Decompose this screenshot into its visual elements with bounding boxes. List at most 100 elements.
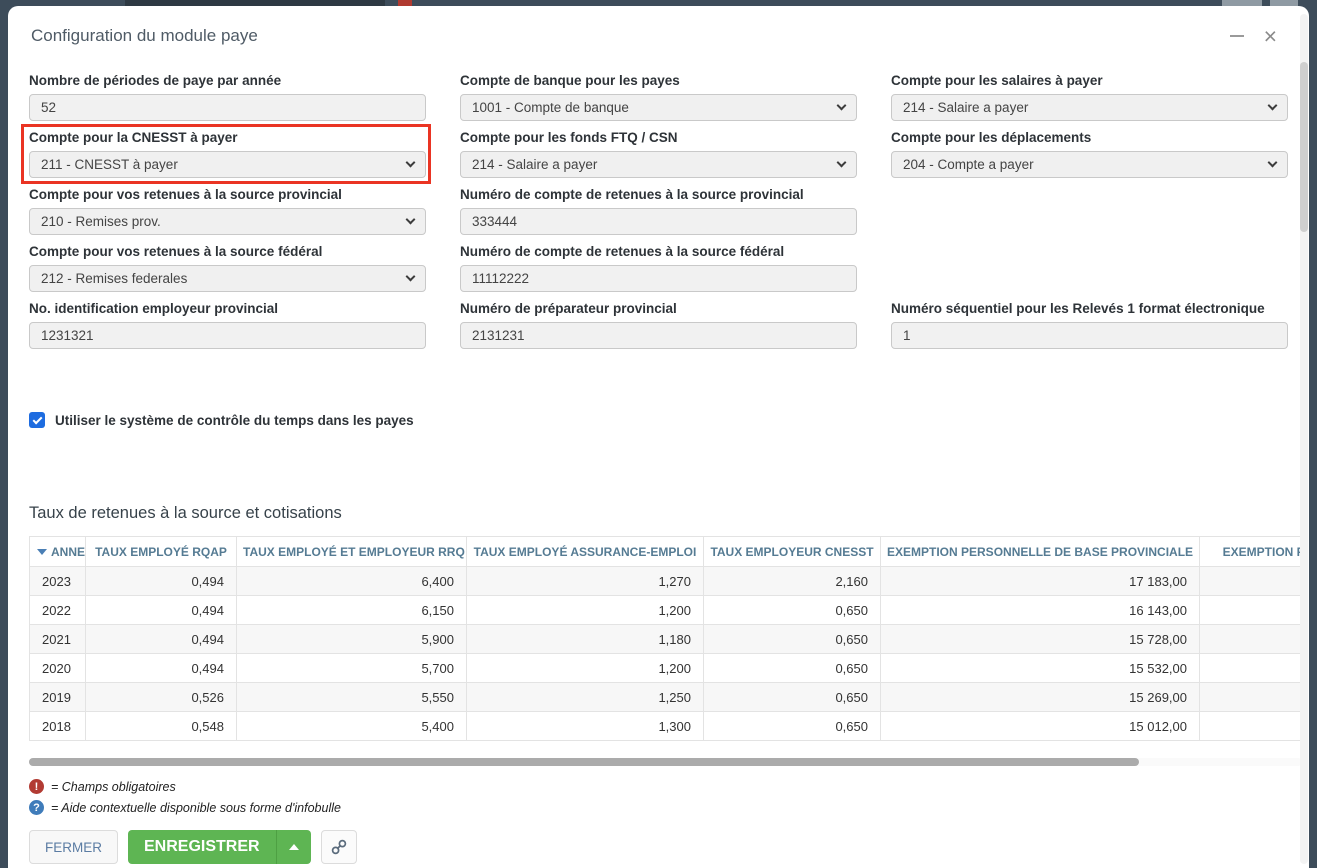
cell-cnesst: 0,650 (704, 625, 881, 654)
column-header-assurance-emploi[interactable]: TAUX EMPLOYÉ ASSURANCE-EMPLOI (467, 537, 704, 567)
ftq-csn-account-value: 214 - Salaire a payer (472, 157, 597, 172)
permalink-button[interactable] (321, 830, 357, 864)
bank-account-select[interactable]: 1001 - Compte de banque (460, 94, 857, 121)
table-horizontal-scrollbar[interactable] (29, 758, 1302, 766)
modal-vertical-scrollbar[interactable] (1300, 14, 1308, 864)
employer-id-prov-input[interactable] (29, 322, 426, 349)
save-options-button[interactable] (276, 830, 311, 864)
cell-rrq: 5,550 (237, 683, 467, 712)
salaries-account-value: 214 - Salaire a payer (903, 100, 1028, 115)
cell-ae: 1,250 (467, 683, 704, 712)
cell-year: 2021 (30, 625, 86, 654)
field-fed-source-account: Compte pour vos retenues à la source féd… (29, 244, 426, 292)
table-row: 2018 0,548 5,400 1,300 0,650 15 012,00 (30, 712, 1303, 741)
cell-cnesst: 2,160 (704, 567, 881, 596)
cell-exemption-fed (1200, 567, 1303, 596)
column-header-annee[interactable]: ANNEE (30, 537, 86, 567)
periods-input[interactable] (29, 94, 426, 121)
cell-ae: 1,180 (467, 625, 704, 654)
cell-rqap: 0,494 (86, 654, 237, 683)
cell-cnesst: 0,650 (704, 596, 881, 625)
modal-header: Configuration du module paye × (22, 6, 1295, 46)
rates-table-container: ANNEE TAUX EMPLOYÉ RQAP TAUX EMPLOYÉ ET … (29, 536, 1302, 741)
cell-exemption-fed (1200, 596, 1303, 625)
rates-table-title: Taux de retenues à la source et cotisati… (22, 504, 1295, 523)
ftq-csn-account-select[interactable]: 214 - Salaire a payer (460, 151, 857, 178)
deplacements-account-value: 204 - Compte a payer (903, 157, 1034, 172)
footer-legend: ! = Champs obligatoires ? = Aide context… (22, 779, 1295, 815)
column-header-rrq[interactable]: TAUX EMPLOYÉ ET EMPLOYEUR RRQ (237, 537, 467, 567)
field-deplacements-account: Compte pour les déplacements 204 - Compt… (891, 130, 1288, 178)
chevron-down-icon (837, 158, 847, 168)
time-control-row: Utiliser le système de contrôle du temps… (22, 412, 1295, 428)
window-controls: × (1230, 27, 1287, 45)
chevron-down-icon (406, 272, 416, 282)
check-icon (32, 414, 42, 424)
releve1-seq-input[interactable] (891, 322, 1288, 349)
cell-cnesst: 0,650 (704, 683, 881, 712)
minimize-icon[interactable] (1230, 35, 1244, 37)
field-fed-source-number-label: Numéro de compte de retenues à la source… (460, 244, 857, 259)
column-header-exemption-fed[interactable]: EXEMPTION PER (1200, 537, 1303, 567)
cell-ae: 1,300 (467, 712, 704, 741)
cell-rrq: 6,150 (237, 596, 467, 625)
cell-rqap: 0,548 (86, 712, 237, 741)
modal-title: Configuration du module paye (31, 26, 1230, 46)
table-row: 2021 0,494 5,900 1,180 0,650 15 728,00 (30, 625, 1303, 654)
cell-exemption-prov: 15 532,00 (881, 654, 1200, 683)
sort-desc-icon (37, 549, 47, 555)
cell-ae: 1,200 (467, 596, 704, 625)
prov-source-number-input[interactable] (460, 208, 857, 235)
field-cnesst-account: Compte pour la CNESST à payer 211 - CNES… (29, 130, 426, 178)
close-icon[interactable]: × (1264, 27, 1277, 45)
cell-year: 2018 (30, 712, 86, 741)
cell-year: 2022 (30, 596, 86, 625)
cell-rrq: 6,400 (237, 567, 467, 596)
field-releve1-seq: Numéro séquentiel pour les Relevés 1 for… (891, 301, 1288, 349)
field-employer-id-prov: No. identification employeur provincial (29, 301, 426, 349)
cell-ae: 1,270 (467, 567, 704, 596)
scrollbar-thumb[interactable] (29, 758, 1139, 766)
required-icon: ! (29, 779, 44, 794)
cell-exemption-fed (1200, 683, 1303, 712)
payroll-config-modal: Configuration du module paye × Nombre de… (8, 6, 1309, 868)
cell-year: 2023 (30, 567, 86, 596)
time-control-label: Utiliser le système de contrôle du temps… (55, 413, 414, 428)
save-button[interactable]: ENREGISTRER (128, 830, 276, 864)
save-split-button: ENREGISTRER (128, 830, 311, 864)
column-header-exemption-prov[interactable]: EXEMPTION PERSONNELLE DE BASE PROVINCIAL… (881, 537, 1200, 567)
cnesst-account-select[interactable]: 211 - CNESST à payer (29, 151, 426, 178)
scrollbar-thumb[interactable] (1300, 62, 1308, 232)
fed-source-account-select[interactable]: 212 - Remises federales (29, 265, 426, 292)
column-header-rqap[interactable]: TAUX EMPLOYÉ RQAP (86, 537, 237, 567)
prov-source-account-value: 210 - Remises prov. (41, 214, 161, 229)
cnesst-account-value: 211 - CNESST à payer (41, 157, 178, 172)
close-button[interactable]: FERMER (29, 830, 118, 864)
deplacements-account-select[interactable]: 204 - Compte a payer (891, 151, 1288, 178)
cell-rqap: 0,526 (86, 683, 237, 712)
table-row: 2020 0,494 5,700 1,200 0,650 15 532,00 (30, 654, 1303, 683)
prov-source-account-select[interactable]: 210 - Remises prov. (29, 208, 426, 235)
salaries-account-select[interactable]: 214 - Salaire a payer (891, 94, 1288, 121)
cell-exemption-prov: 15 269,00 (881, 683, 1200, 712)
field-ftq-csn-account: Compte pour les fonds FTQ / CSN 214 - Sa… (460, 130, 857, 178)
caret-up-icon (289, 844, 299, 850)
column-header-cnesst[interactable]: TAUX EMPLOYEUR CNESST (704, 537, 881, 567)
cell-exemption-fed (1200, 654, 1303, 683)
cell-exemption-fed (1200, 625, 1303, 654)
time-control-checkbox[interactable] (29, 412, 45, 428)
cell-rrq: 5,900 (237, 625, 467, 654)
field-prov-source-number: Numéro de compte de retenues à la source… (460, 187, 857, 235)
required-fields-note: ! = Champs obligatoires (29, 779, 1288, 794)
field-fed-source-account-label: Compte pour vos retenues à la source féd… (29, 244, 426, 259)
fed-source-number-input[interactable] (460, 265, 857, 292)
cell-cnesst: 0,650 (704, 712, 881, 741)
field-prov-source-number-label: Numéro de compte de retenues à la source… (460, 187, 857, 202)
field-periods-label: Nombre de périodes de paye par année (29, 73, 426, 88)
cell-rqap: 0,494 (86, 625, 237, 654)
field-fed-source-number: Numéro de compte de retenues à la source… (460, 244, 857, 292)
field-periods: Nombre de périodes de paye par année (29, 73, 426, 121)
table-row: 2023 0,494 6,400 1,270 2,160 17 183,00 (30, 567, 1303, 596)
field-employer-id-prov-label: No. identification employeur provincial (29, 301, 426, 316)
preparer-number-input[interactable] (460, 322, 857, 349)
